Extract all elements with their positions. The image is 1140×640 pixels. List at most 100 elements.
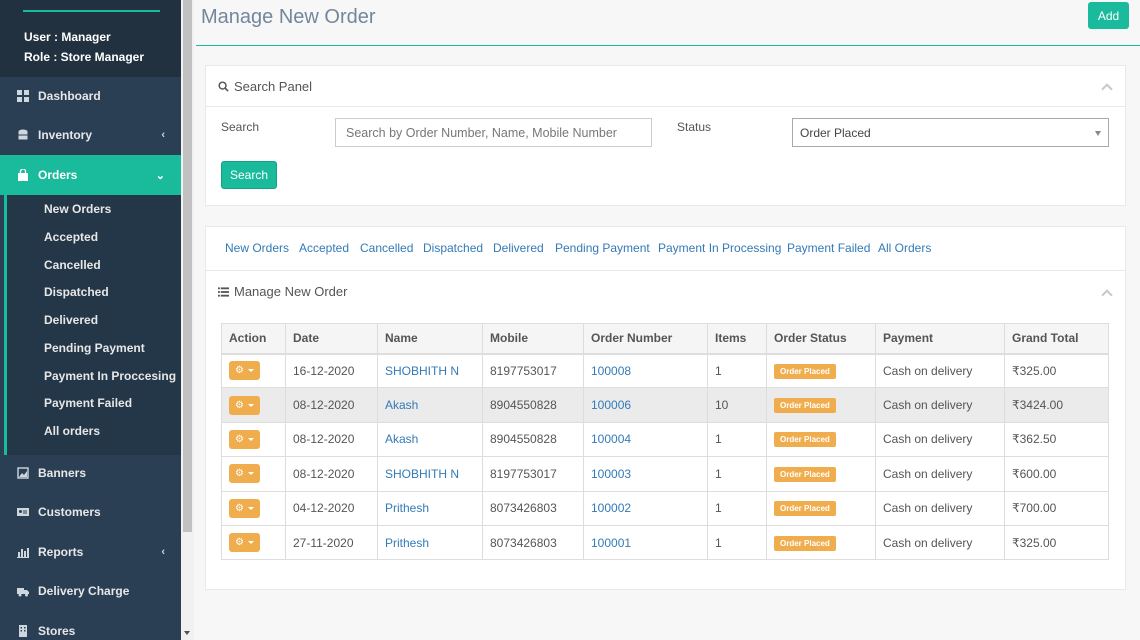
customer-name-link[interactable]: Prithesh <box>385 501 429 515</box>
submenu-item-accepted[interactable]: Accepted <box>44 230 98 244</box>
caret-down-icon <box>247 369 254 373</box>
action-cell: ⚙ <box>221 387 286 423</box>
tab-all-orders[interactable]: All Orders <box>878 241 931 255</box>
order-status-cell: Order Placed <box>766 456 876 492</box>
order-number-cell: 100004 <box>583 421 708 458</box>
tab-dispatched[interactable]: Dispatched <box>423 241 483 255</box>
grand-total-cell: ₹325.00 <box>1004 524 1109 561</box>
order-number-link[interactable]: 100002 <box>591 501 631 515</box>
dashboard-icon <box>17 90 29 102</box>
table-row: ⚙ 04-12-2020 Prithesh 8073426803 100002 1 Orde… <box>221 490 1109 526</box>
sidebar-item-banners[interactable]: Banners <box>0 453 181 493</box>
sidebar-item-label: Orders <box>38 168 78 182</box>
customer-name-link[interactable]: SHOBHITH N <box>385 364 459 378</box>
sidebar-item-customers[interactable]: Customers <box>0 492 181 532</box>
image-icon <box>17 467 29 479</box>
scroll-down-arrow-icon[interactable] <box>184 631 190 635</box>
sidebar-item-inventory[interactable]: Inventory ‹ <box>0 115 181 155</box>
order-number-link[interactable]: 100001 <box>591 536 631 550</box>
search-input[interactable] <box>335 118 652 147</box>
name-cell: Akash <box>377 387 483 423</box>
tab-pending-payment[interactable]: Pending Payment <box>555 241 650 255</box>
tab-delivered[interactable]: Delivered <box>493 241 544 255</box>
search-panel-title: Search Panel <box>218 79 312 94</box>
gear-icon: ⚙ <box>235 468 244 480</box>
action-dropdown-button[interactable]: ⚙ <box>229 395 260 415</box>
action-dropdown-button[interactable]: ⚙ <box>229 533 260 553</box>
customer-name-link[interactable]: Akash <box>385 432 418 446</box>
sidebar-item-label: Stores <box>38 624 76 638</box>
payment-cell: Cash on delivery <box>875 352 1005 389</box>
column-header-order-status: Order Status <box>766 323 876 355</box>
panel-divider <box>206 270 1125 271</box>
truck-icon <box>17 588 29 597</box>
submenu-item-pending-payment[interactable]: Pending Payment <box>44 341 145 355</box>
add-button[interactable]: Add <box>1088 2 1129 29</box>
order-number-link[interactable]: 100008 <box>591 364 631 378</box>
tab-accepted[interactable]: Accepted <box>299 241 349 255</box>
search-button[interactable]: Search <box>221 161 277 189</box>
tab-cancelled[interactable]: Cancelled <box>360 241 413 255</box>
action-dropdown-button[interactable]: ⚙ <box>229 498 260 518</box>
mobile-cell: 8197753017 <box>482 352 584 389</box>
status-badge: Order Placed <box>774 466 836 482</box>
sidebar-scrollbar[interactable] <box>181 0 194 640</box>
mobile-cell: 8904550828 <box>482 387 584 423</box>
action-dropdown-button[interactable]: ⚙ <box>229 429 260 449</box>
action-dropdown-button[interactable]: ⚙ <box>229 361 260 381</box>
search-icon <box>218 81 229 92</box>
sidebar-item-reports[interactable]: Reports ‹ <box>0 532 181 572</box>
action-dropdown-button[interactable]: ⚙ <box>229 464 260 484</box>
tab-new-orders[interactable]: New Orders <box>225 241 289 255</box>
sidebar-item-stores[interactable]: Stores <box>0 611 181 640</box>
order-status-cell: Order Placed <box>766 524 876 561</box>
items-cell: 1 <box>707 456 767 492</box>
list-icon <box>218 286 229 297</box>
user-name: User : Manager <box>24 30 111 44</box>
gear-icon: ⚙ <box>235 537 244 549</box>
submenu-item-dispatched[interactable]: Dispatched <box>44 285 109 299</box>
status-badge: Order Placed <box>774 363 836 379</box>
date-cell: 08-12-2020 <box>285 421 378 458</box>
gear-icon: ⚙ <box>235 365 244 377</box>
bar-chart-icon <box>17 548 29 558</box>
payment-cell: Cash on delivery <box>875 524 1005 561</box>
submenu-item-cancelled[interactable]: Cancelled <box>44 258 101 272</box>
date-cell: 08-12-2020 <box>285 387 378 423</box>
order-status-cell: Order Placed <box>766 387 876 423</box>
order-number-cell: 100002 <box>583 490 708 526</box>
date-cell: 08-12-2020 <box>285 456 378 492</box>
collapse-icon[interactable] <box>1101 83 1113 95</box>
tab-payment-in-processing[interactable]: Payment In Processing <box>658 241 781 255</box>
submenu-item-payment-failed[interactable]: Payment Failed <box>44 396 132 410</box>
orders-panel-title: Manage New Order <box>218 284 347 299</box>
orders-table-body: ⚙ 16-12-2020 SHOBHITH N 8197753017 100008 1 Or… <box>221 352 1109 561</box>
submenu-item-delivered[interactable]: Delivered <box>44 313 98 327</box>
column-header-grand-total: Grand Total <box>1004 323 1109 355</box>
tab-payment-failed[interactable]: Payment Failed <box>787 241 870 255</box>
submenu-item-all-orders[interactable]: All orders <box>44 424 100 438</box>
items-cell: 1 <box>707 352 767 389</box>
order-number-cell: 100001 <box>583 524 708 561</box>
order-number-link[interactable]: 100003 <box>591 467 631 481</box>
scrollbar-thumb[interactable] <box>183 0 192 532</box>
collapse-icon[interactable] <box>1101 289 1113 301</box>
sidebar-item-dashboard[interactable]: Dashboard <box>0 76 181 116</box>
submenu-item-payment-in-processing[interactable]: Payment In Proccesing <box>44 369 176 383</box>
customer-name-link[interactable]: Akash <box>385 398 418 412</box>
sidebar-item-delivery-charge[interactable]: Delivery Charge <box>0 571 181 611</box>
name-cell: Prithesh <box>377 490 483 526</box>
mobile-cell: 8904550828 <box>482 421 584 458</box>
orders-table: Action Date Name Mobile Order Number Ite… <box>221 323 1109 561</box>
sidebar-item-orders[interactable]: Orders ⌄ <box>0 155 181 195</box>
customer-name-link[interactable]: SHOBHITH N <box>385 467 459 481</box>
page-title: Manage New Order <box>201 6 376 28</box>
order-number-link[interactable]: 100004 <box>591 432 631 446</box>
name-cell: SHOBHITH N <box>377 352 483 389</box>
grand-total-cell: ₹325.00 <box>1004 352 1109 389</box>
order-number-link[interactable]: 100006 <box>591 398 631 412</box>
customer-name-link[interactable]: Prithesh <box>385 536 429 550</box>
sidebar-item-label: Dashboard <box>38 89 101 103</box>
submenu-item-new-orders[interactable]: New Orders <box>44 202 111 216</box>
status-select[interactable]: Order Placed <box>792 118 1109 147</box>
